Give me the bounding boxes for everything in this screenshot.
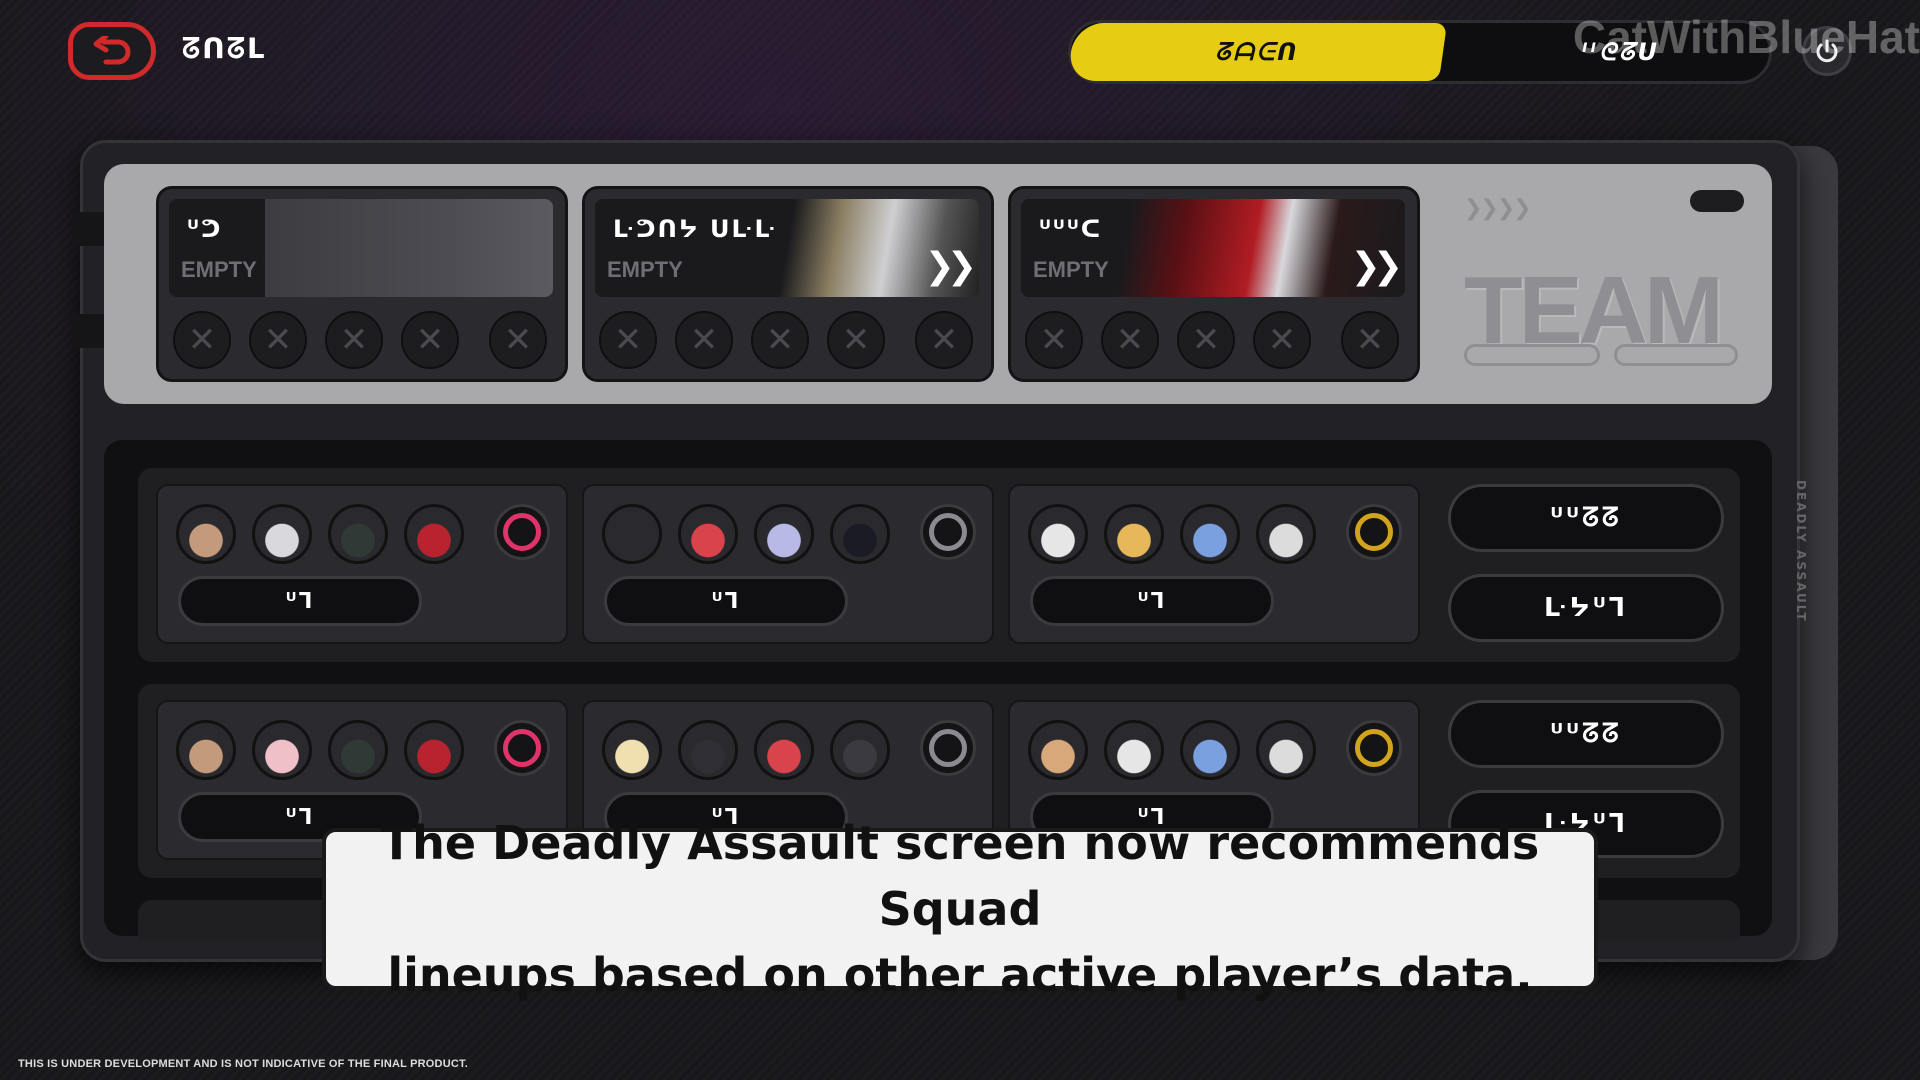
bangboo-ring-icon bbox=[503, 729, 541, 767]
agent-avatar[interactable] bbox=[176, 720, 236, 780]
video-subtitle: The Deadly Assault screen now recommends… bbox=[322, 816, 1598, 1002]
slot-label: ᒷᕤᑎᔭ ᑌᒷᒷ bbox=[613, 215, 778, 243]
decorative-pill bbox=[1690, 190, 1744, 212]
squad-slot[interactable]: ᒷᕤᑎᔭ ᑌᒷᒷ EMPTY ❯❯ ✕ ✕ ✕ ✕ ✕ bbox=[582, 186, 994, 382]
bangboo-icon[interactable] bbox=[1346, 504, 1402, 560]
agent-avatar[interactable] bbox=[404, 720, 464, 780]
bangboo-ring-icon bbox=[929, 513, 967, 551]
empty-member-slot[interactable]: ✕ bbox=[489, 311, 547, 369]
bangboo-icon[interactable] bbox=[494, 720, 550, 776]
apply-lineup-button[interactable]: ᓑᓑᘔᘔ bbox=[1448, 484, 1724, 552]
agent-avatar[interactable] bbox=[252, 720, 312, 780]
agent-avatar[interactable] bbox=[830, 504, 890, 564]
side-label: DEADLY ASSAULT bbox=[1794, 480, 1808, 623]
empty-member-slot[interactable]: ✕ bbox=[1101, 311, 1159, 369]
slot-empty-text: EMPTY bbox=[607, 257, 683, 282]
slot-member-row: ✕ ✕ ✕ ✕ ✕ bbox=[599, 311, 983, 371]
empty-member-slot[interactable]: ✕ bbox=[173, 311, 231, 369]
empty-member-slot[interactable]: ✕ bbox=[1341, 311, 1399, 369]
slot-empty-text: EMPTY bbox=[1033, 257, 1109, 282]
agent-avatar[interactable] bbox=[1180, 504, 1240, 564]
channel-watermark: CatWithBlueHat bbox=[1572, 11, 1920, 63]
bangboo-ring-icon bbox=[1355, 729, 1393, 767]
agent-avatar[interactable] bbox=[754, 720, 814, 780]
empty-member-slot[interactable]: ✕ bbox=[325, 311, 383, 369]
use-team-button[interactable]: ᓑᒣ bbox=[604, 576, 848, 626]
empty-member-slot[interactable]: ✕ bbox=[827, 311, 885, 369]
agent-avatar[interactable] bbox=[1104, 504, 1164, 564]
slot-member-row: ✕ ✕ ✕ ✕ ✕ bbox=[1025, 311, 1409, 371]
page-title: ᘔᑎᘔᒪ bbox=[182, 32, 267, 65]
agent-avatar[interactable] bbox=[1256, 504, 1316, 564]
decorative-arrows: ❯❯❯❯ bbox=[1464, 196, 1532, 221]
mode-tab-active[interactable]: ᘔᗩᕮᑎ bbox=[1066, 23, 1448, 81]
agent-avatar[interactable] bbox=[602, 720, 662, 780]
agent-avatar[interactable] bbox=[754, 504, 814, 564]
agent-avatar[interactable] bbox=[678, 504, 738, 564]
bangboo-ring-icon bbox=[929, 729, 967, 767]
bangboo-icon[interactable] bbox=[920, 504, 976, 560]
agent-avatar[interactable] bbox=[328, 720, 388, 780]
agent-avatar[interactable] bbox=[1028, 720, 1088, 780]
agent-avatar[interactable] bbox=[678, 720, 738, 780]
details-button[interactable]: ᒷᔭᓑᒣ bbox=[1448, 574, 1724, 642]
use-team-button[interactable]: ᓑᒣ bbox=[178, 576, 422, 626]
empty-member-slot[interactable]: ✕ bbox=[599, 311, 657, 369]
team-card: ᓑᒣ bbox=[582, 484, 994, 644]
empty-member-slot[interactable]: ✕ bbox=[915, 311, 973, 369]
agent-avatar[interactable] bbox=[328, 504, 388, 564]
agent-avatar[interactable] bbox=[1028, 504, 1088, 564]
subtitle-line-2: lineups based on other active player’s d… bbox=[387, 948, 1533, 1002]
team-logo-bars bbox=[1464, 344, 1738, 368]
agent-avatar[interactable] bbox=[404, 504, 464, 564]
team-card: ᓑᒣ bbox=[156, 484, 568, 644]
use-team-button[interactable]: ᓑᒣ bbox=[1030, 576, 1274, 626]
team-card: ᓑᒣ bbox=[1008, 484, 1420, 644]
subtitle-line-1: The Deadly Assault screen now recommends… bbox=[380, 816, 1540, 936]
squad-slot[interactable]: ᓑᕤ EMPTY ✕ ✕ ✕ ✕ ✕ bbox=[156, 186, 568, 382]
empty-member-slot[interactable]: ✕ bbox=[249, 311, 307, 369]
agent-avatar[interactable] bbox=[1180, 720, 1240, 780]
empty-member-slot[interactable]: ✕ bbox=[1025, 311, 1083, 369]
agent-avatar[interactable] bbox=[1256, 720, 1316, 780]
bangboo-ring-icon bbox=[1355, 513, 1393, 551]
agent-avatar[interactable] bbox=[1104, 720, 1164, 780]
empty-member-slot[interactable]: ✕ bbox=[401, 311, 459, 369]
slot-member-row: ✕ ✕ ✕ ✕ ✕ bbox=[173, 311, 557, 371]
slot-empty-text: EMPTY bbox=[181, 257, 257, 282]
bangboo-icon[interactable] bbox=[494, 504, 550, 560]
empty-member-slot[interactable]: ✕ bbox=[1177, 311, 1235, 369]
agent-avatar[interactable] bbox=[252, 504, 312, 564]
apply-lineup-button[interactable]: ᓑᓑᘔᘔ bbox=[1448, 700, 1724, 768]
slot-label: ᓑᕤ bbox=[187, 215, 223, 243]
slot-banner[interactable]: ᓑᓑᓑᑕ EMPTY ❯❯ bbox=[1021, 199, 1405, 297]
bangboo-icon[interactable] bbox=[1346, 720, 1402, 776]
bangboo-ring-icon bbox=[503, 513, 541, 551]
mode-tab-active-label: ᘔᗩᕮᑎ bbox=[1214, 38, 1300, 66]
slot-banner[interactable]: ᒷᕤᑎᔭ ᑌᒷᒷ EMPTY ❯❯ bbox=[595, 199, 979, 297]
empty-member-slot[interactable]: ✕ bbox=[751, 311, 809, 369]
empty-member-slot[interactable]: ✕ bbox=[1253, 311, 1311, 369]
agent-avatar[interactable] bbox=[602, 504, 662, 564]
slot-banner[interactable]: ᓑᕤ EMPTY bbox=[169, 199, 553, 297]
back-arrow-icon bbox=[93, 36, 131, 65]
disclaimer-text: THIS IS UNDER DEVELOPMENT AND IS NOT IND… bbox=[18, 1058, 468, 1070]
slot-label: ᓑᓑᓑᑕ bbox=[1039, 215, 1103, 243]
agent-avatar[interactable] bbox=[176, 504, 236, 564]
empty-member-slot[interactable]: ✕ bbox=[675, 311, 733, 369]
back-button[interactable] bbox=[68, 22, 156, 80]
double-chevron-icon: ❯❯ bbox=[1350, 246, 1403, 287]
bangboo-icon[interactable] bbox=[920, 720, 976, 776]
squad-slot[interactable]: ᓑᓑᓑᑕ EMPTY ❯❯ ✕ ✕ ✕ ✕ ✕ bbox=[1008, 186, 1420, 382]
agent-avatar[interactable] bbox=[830, 720, 890, 780]
double-chevron-icon: ❯❯ bbox=[924, 246, 977, 287]
